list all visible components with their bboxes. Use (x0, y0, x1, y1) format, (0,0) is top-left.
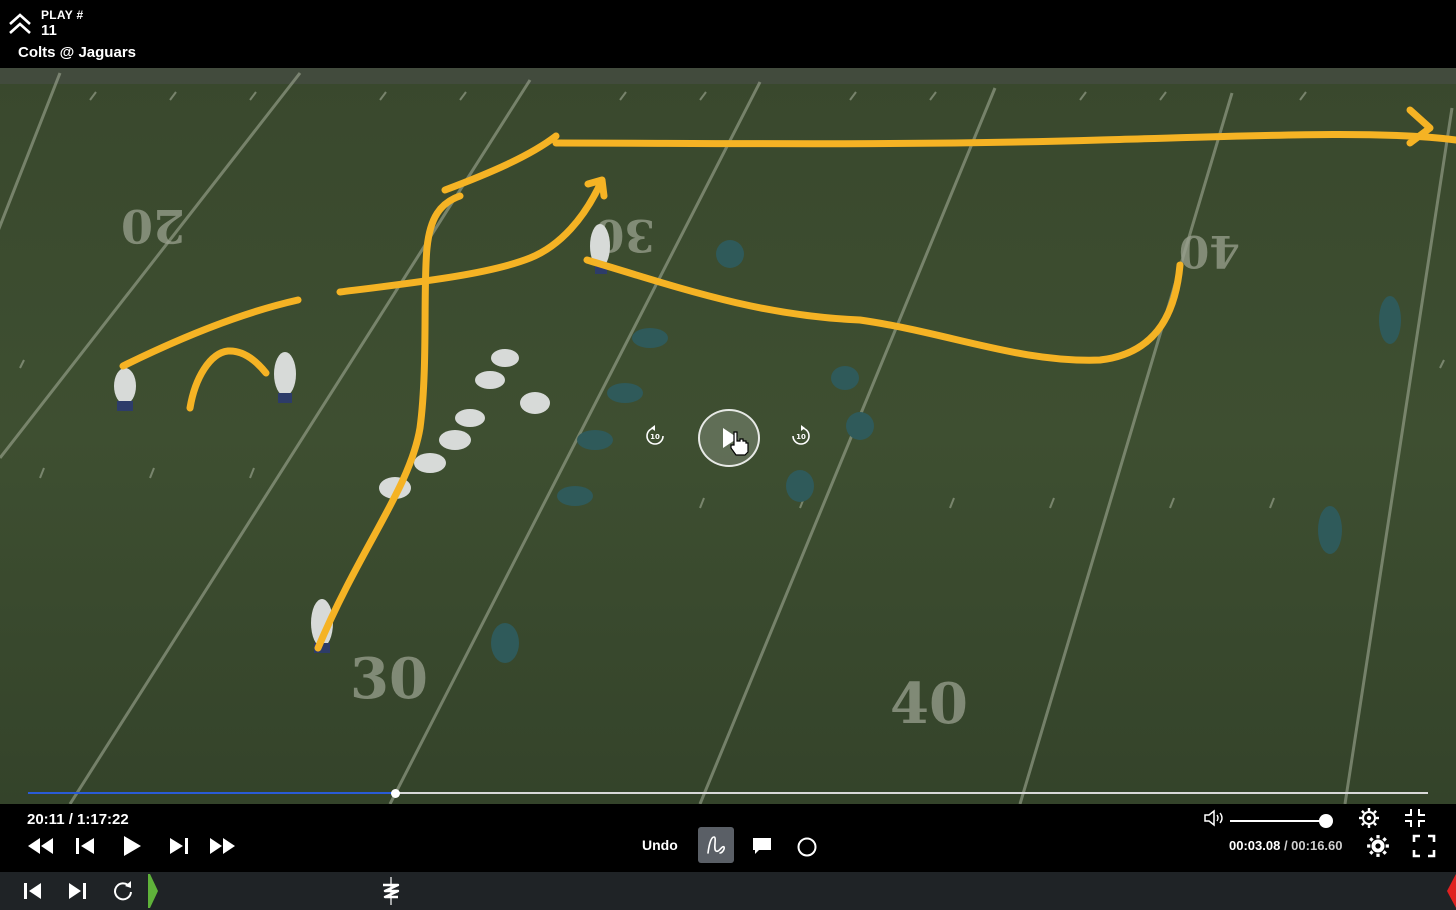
freehand-draw-icon (707, 836, 725, 854)
skip-forward-seconds: 10 (796, 433, 806, 441)
skip-back-seconds: 10 (650, 433, 660, 441)
clip-start-marker[interactable] (148, 874, 158, 908)
player-controls: 20:11 / 1:17:22 Undo 00:03.08 / 00:16.60 (0, 804, 1456, 872)
settings-icon[interactable] (1366, 834, 1390, 858)
clip-time: 00:03.08 / 00:16.60 (1229, 838, 1343, 853)
play-label: PLAY # (41, 8, 84, 22)
header-bar: PLAY # 11 Colts @ Jaguars (0, 0, 1456, 68)
freehand-draw-button[interactable] (698, 827, 734, 863)
play-marker-icon[interactable] (378, 877, 404, 905)
rewind-icon[interactable] (25, 836, 55, 856)
collapse-chevron-icon[interactable] (6, 10, 34, 38)
frame-forward-icon[interactable] (166, 836, 190, 856)
play-timeline[interactable] (0, 872, 1456, 910)
replay-icon[interactable] (112, 880, 134, 902)
clip-time-current: 00:03.08 (1229, 838, 1281, 853)
skip-forward-10-icon[interactable]: 10 (789, 424, 813, 448)
game-title: Colts @ Jaguars (18, 44, 136, 61)
clip-time-separator: / (1280, 838, 1292, 853)
video-scrubber[interactable] (28, 789, 1428, 798)
scrubber-progress (28, 792, 395, 794)
scrubber-thumb[interactable] (390, 789, 400, 798)
volume-icon[interactable] (1203, 808, 1227, 828)
clip-time-total: 00:16.60 (1291, 838, 1343, 853)
fast-forward-icon[interactable] (208, 836, 238, 856)
skip-back-10-icon[interactable]: 10 (643, 424, 667, 448)
skip-to-end-icon[interactable] (66, 881, 88, 901)
play-number: 11 (41, 22, 57, 39)
play-icon[interactable] (121, 835, 143, 857)
undo-button[interactable]: Undo (642, 837, 678, 853)
video-frame[interactable]: 20 30 40 30 40 10 10 (0, 68, 1456, 804)
settings-icon[interactable] (1358, 807, 1380, 829)
volume-thumb[interactable] (1319, 814, 1333, 828)
skip-to-start-icon[interactable] (22, 881, 44, 901)
frame-back-icon[interactable] (74, 836, 98, 856)
clip-end-marker[interactable] (1447, 874, 1456, 908)
fullscreen-exit-icon[interactable] (1404, 808, 1426, 828)
volume-track (1230, 820, 1326, 822)
elapsed-time: 20:11 / 1:17:22 (27, 811, 129, 828)
fullscreen-icon[interactable] (1412, 834, 1436, 858)
comment-icon[interactable] (751, 836, 773, 856)
volume-slider[interactable] (1230, 814, 1333, 828)
pointer-hand-icon (730, 431, 749, 456)
center-overlay-controls: 10 10 (0, 68, 1456, 804)
circle-tool-icon[interactable] (796, 836, 818, 858)
